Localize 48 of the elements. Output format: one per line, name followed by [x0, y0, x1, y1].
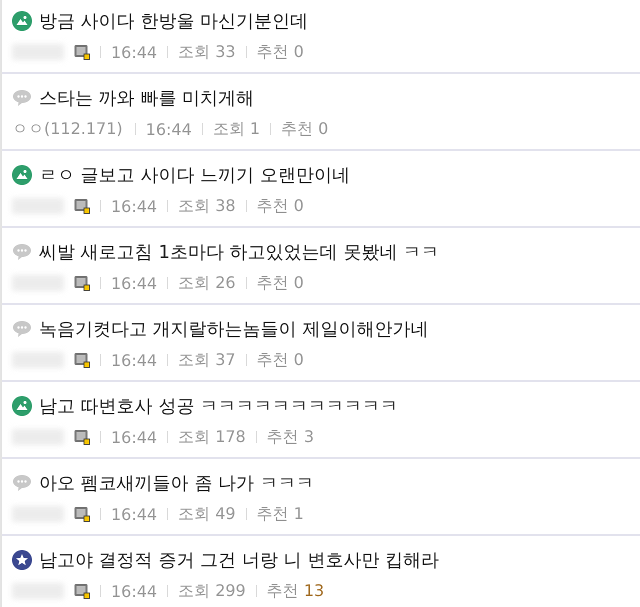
image-post-icon	[12, 11, 32, 31]
post-title[interactable]: ㄹㅇ 글보고 사이다 느끼기 오랜만이네	[39, 163, 350, 187]
post-title[interactable]: 씨발 새로고침 1초마다 하고있었는데 못봤네 ㅋㅋ	[39, 240, 440, 264]
post-row[interactable]: 녹음기켯다고 개지랄하는놈들이 제일이해안가네 16:44 조회 37 추천 0	[2, 305, 640, 382]
recommend-count: 추천 3	[266, 426, 314, 448]
speech-bubble-icon	[12, 319, 32, 339]
post-row[interactable]: 방금 사이다 한방울 마신기분인데 16:44 조회 33 추천 0	[2, 0, 640, 74]
post-time: 16:44	[111, 42, 158, 62]
recommend-count: 추천 0	[256, 42, 304, 62]
recommend-count: 추천 0	[281, 118, 328, 140]
image-post-icon	[12, 396, 32, 416]
post-row[interactable]: 아오 펨코새끼들아 좀 나가 ㅋㅋㅋ 16:44 조회 49 추천 1	[2, 459, 640, 536]
view-count: 조회 33	[178, 42, 236, 62]
view-count: 조회 37	[178, 350, 236, 370]
post-row[interactable]: ㄹㅇ 글보고 사이다 느끼기 오랜만이네 16:44 조회 38 추천 0	[2, 151, 640, 228]
view-count: 조회 49	[178, 504, 236, 524]
post-time: 16:44	[111, 196, 158, 216]
post-row[interactable]: 스타는 까와 빠를 미치게해 ㅇㅇ(112.171) 16:44 조회 1 추천 0	[2, 74, 640, 151]
post-title[interactable]: 녹음기켯다고 개지랄하는놈들이 제일이해안가네	[39, 317, 428, 341]
post-time: 16:44	[111, 582, 158, 600]
recommend-count: 추천 0	[256, 350, 304, 370]
post-time: 16:44	[111, 504, 158, 524]
post-time: 16:44	[146, 120, 192, 138]
speech-bubble-icon	[12, 473, 32, 493]
post-time: 16:44	[111, 274, 158, 292]
recommend-count: 추천 0	[256, 196, 304, 216]
author-name: ㅇㅇ(112.171)	[12, 118, 123, 140]
view-count: 조회 178	[178, 426, 246, 448]
view-count: 조회 26	[178, 272, 236, 294]
post-title[interactable]: 아오 펨코새끼들아 좀 나가 ㅋㅋㅋ	[39, 471, 314, 495]
post-time: 16:44	[111, 350, 158, 370]
speech-bubble-icon	[12, 242, 32, 262]
post-row[interactable]: 씨발 새로고침 1초마다 하고있었는데 못봤네 ㅋㅋ 16:44 조회 26 추천 0	[2, 228, 640, 305]
post-time: 16:44	[111, 428, 158, 446]
speech-bubble-icon	[12, 88, 32, 108]
post-title[interactable]: 방금 사이다 한방울 마신기분인데	[39, 9, 308, 33]
post-title[interactable]: 남고 따변호사 성공 ㅋㅋㅋㅋㅋㅋㅋㅋㅋㅋㅋ	[39, 394, 398, 418]
post-row[interactable]: 남고 따변호사 성공 ㅋㅋㅋㅋㅋㅋㅋㅋㅋㅋㅋ 16:44 조회 178 추천 3	[2, 382, 640, 459]
post-title[interactable]: 남고야 결정적 증거 그건 너랑 니 변호사만 킵해라	[39, 548, 440, 572]
recommend-count: 추천 1	[256, 504, 304, 524]
recommend-count: 추천 13	[266, 580, 324, 602]
view-count: 조회 38	[178, 196, 236, 216]
image-post-icon	[12, 165, 32, 185]
recommend-count: 추천 0	[256, 272, 304, 294]
post-row[interactable]: 남고야 결정적 증거 그건 너랑 니 변호사만 킵해라 16:44 조회 299 추천 13	[2, 536, 640, 607]
post-title[interactable]: 스타는 까와 빠를 미치게해	[39, 86, 254, 110]
view-count: 조회 299	[178, 580, 246, 602]
view-count: 조회 1	[212, 118, 260, 140]
